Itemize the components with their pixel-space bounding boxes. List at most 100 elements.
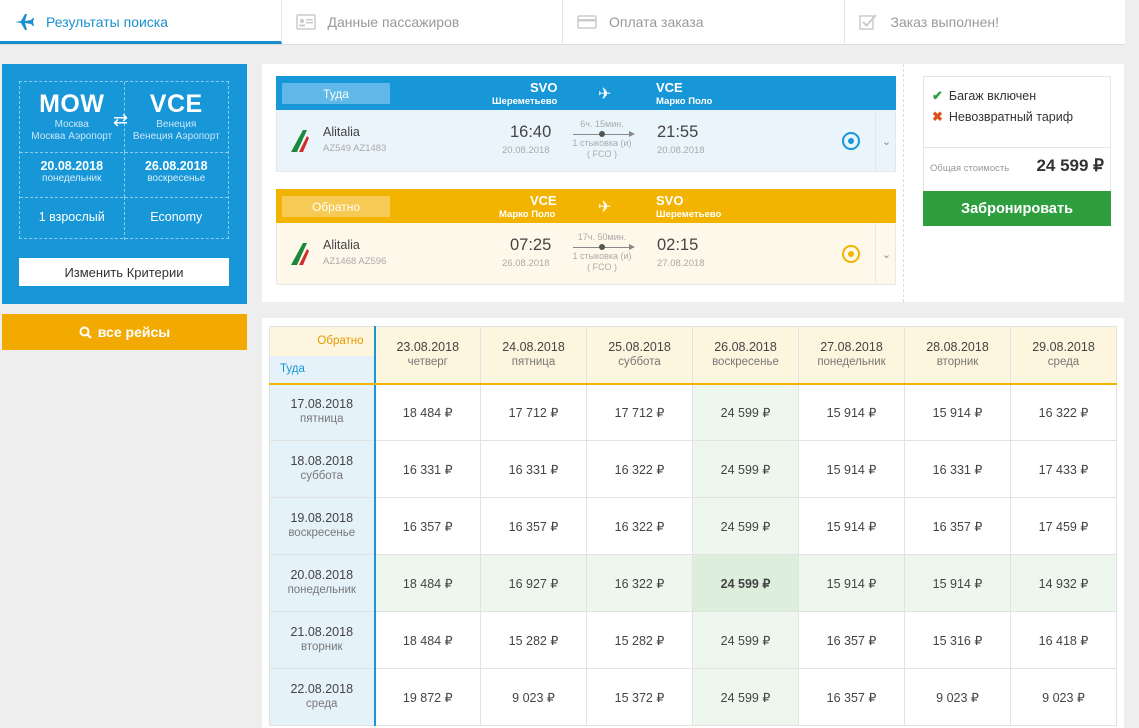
price-cell[interactable]: 16 357 ₽	[798, 611, 905, 669]
price-cell[interactable]: 24 599 ₽	[692, 554, 799, 612]
return-date-column-header: 24.08.2018 пятница	[480, 326, 587, 385]
table-row: 22.08.2018 среда 19 872 ₽9 023 ₽15 372 ₽24…	[269, 668, 1117, 726]
price-cell[interactable]: 16 331 ₽	[480, 440, 587, 498]
column-day: суббота	[618, 355, 661, 368]
plane-icon: ✈	[598, 199, 612, 216]
column-date: 23.08.2018	[396, 339, 460, 354]
price-cell[interactable]: 15 316 ₽	[904, 611, 1011, 669]
plane-icon: ✈	[598, 86, 612, 103]
credit-card-icon	[577, 13, 597, 31]
price-cell[interactable]: 15 372 ₽	[586, 668, 693, 726]
return-axis-label: Обратно	[317, 335, 364, 347]
total-price: 24 599 ₽	[1036, 156, 1104, 175]
price-cell[interactable]: 16 331 ₽	[904, 440, 1011, 498]
price-cell[interactable]: 15 914 ₽	[798, 554, 905, 612]
book-button[interactable]: Забронировать	[923, 191, 1111, 226]
price-cell[interactable]: 16 322 ₽	[1010, 383, 1117, 441]
inbound-select-radio[interactable]	[842, 245, 860, 263]
column-day: четверг	[407, 355, 448, 368]
price-cell[interactable]: 16 357 ₽	[480, 497, 587, 555]
outbound-select-radio[interactable]	[842, 132, 860, 150]
matrix-corner: Обратно Туда	[269, 326, 376, 385]
row-day: вторник	[300, 641, 343, 653]
row-date: 19.08.2018	[290, 511, 354, 525]
all-flights-button[interactable]: все рейсы	[2, 314, 247, 350]
total-label: Общая стоимость	[930, 163, 1010, 174]
price-cell[interactable]: 16 357 ₽	[798, 668, 905, 726]
price-cell[interactable]: 9 023 ₽	[904, 668, 1011, 726]
column-day: воскресенье	[712, 355, 779, 368]
stop-dot	[599, 244, 605, 250]
price-cell[interactable]: 16 331 ₽	[374, 440, 481, 498]
origin-block: MOW Москва Москва Аэропорт	[20, 82, 125, 152]
price-cell[interactable]: 16 927 ₽	[480, 554, 587, 612]
price-cell[interactable]: 24 599 ₽	[692, 440, 799, 498]
checkbox-icon	[858, 13, 879, 31]
price-cell[interactable]: 17 712 ₽	[480, 383, 587, 441]
outbound-header: Туда SVO Шереметьево ✈ VCE Марко Поло	[276, 76, 896, 110]
price-cell[interactable]: 15 914 ₽	[798, 383, 905, 441]
price-cell[interactable]: 24 599 ₽	[692, 668, 799, 726]
price-cell[interactable]: 17 433 ₽	[1010, 440, 1117, 498]
column-date: 28.08.2018	[926, 339, 989, 354]
search-icon	[79, 326, 92, 339]
price-cell[interactable]: 16 322 ₽	[586, 497, 693, 555]
price-cell[interactable]: 15 914 ₽	[904, 554, 1011, 612]
chevron-down-icon[interactable]: ⌄	[875, 110, 897, 172]
price-cell[interactable]: 24 599 ₽	[692, 497, 799, 555]
return-date-column-header: 29.08.2018 среда	[1010, 326, 1117, 385]
price-cell[interactable]: 9 023 ₽	[480, 668, 587, 726]
price-cell[interactable]: 15 282 ₽	[480, 611, 587, 669]
outbound-to-name: Марко Поло	[656, 96, 713, 107]
swap-arrows-icon[interactable]: ⇄	[113, 110, 128, 131]
outbound-from-name: Шереметьево	[492, 96, 558, 107]
criteria-box: MOW Москва Москва Аэропорт VCE Венеция В…	[19, 81, 229, 240]
inbound-tag: Обратно	[282, 196, 390, 217]
return-date: 26.08.2018	[144, 159, 208, 173]
price-cell[interactable]: 18 484 ₽	[374, 383, 481, 441]
change-criteria-button[interactable]: Изменить Критерии	[19, 258, 229, 286]
price-cell[interactable]: 9 023 ₽	[1010, 668, 1117, 726]
price-cell[interactable]: 24 599 ₽	[692, 611, 799, 669]
step-order-complete[interactable]: Заказ выполнен!	[845, 0, 1126, 44]
stop-dot	[599, 131, 605, 137]
price-cell[interactable]: 15 914 ₽	[798, 497, 905, 555]
selected-flight-card: Туда SVO Шереметьево ✈ VCE Марко Поло Al…	[262, 64, 1124, 302]
price-cell[interactable]: 17 459 ₽	[1010, 497, 1117, 555]
depart-date-block: 20.08.2018 понедельник	[20, 152, 125, 197]
destination-city: Венеция	[156, 119, 197, 130]
price-cell[interactable]: 16 322 ₽	[586, 440, 693, 498]
price-cell[interactable]: 15 914 ₽	[904, 383, 1011, 441]
price-cell[interactable]: 15 282 ₽	[586, 611, 693, 669]
outbound-flight-row[interactable]: Alitalia AZ549 AZ1483 16:40 20.08.2018 6…	[276, 110, 896, 172]
price-cell[interactable]: 18 484 ₽	[374, 611, 481, 669]
price-cell[interactable]: 14 932 ₽	[1010, 554, 1117, 612]
step-payment[interactable]: Оплата заказа	[563, 0, 845, 44]
price-cell[interactable]: 16 322 ₽	[586, 554, 693, 612]
price-cell[interactable]: 18 484 ₽	[374, 554, 481, 612]
inbound-from-name: Марко Поло	[499, 209, 556, 220]
outbound-from-code: SVO	[530, 80, 558, 95]
outbound-tag: Туда	[282, 83, 390, 104]
step-passenger-data[interactable]: Данные пассажиров	[282, 0, 563, 44]
price-cell[interactable]: 17 712 ₽	[586, 383, 693, 441]
destination-code: VCE	[149, 90, 203, 118]
departure-date: 20.08.2018	[502, 145, 550, 156]
row-day: понедельник	[287, 584, 356, 596]
departure-date: 26.08.2018	[502, 258, 550, 269]
price-cell[interactable]: 16 357 ₽	[904, 497, 1011, 555]
outbound-axis-label: Туда	[270, 355, 374, 383]
return-date-block: 26.08.2018 воскресенье	[125, 152, 229, 197]
row-day: воскресенье	[288, 527, 356, 539]
chevron-down-icon[interactable]: ⌄	[875, 223, 897, 285]
step-search-results[interactable]: Результаты поиска	[0, 0, 282, 44]
flight-duration: 17ч. 50мин. 1 стыковка (и) ( FCO )	[567, 232, 637, 273]
price-cell[interactable]: 16 357 ₽	[374, 497, 481, 555]
price-cell[interactable]: 16 418 ₽	[1010, 611, 1117, 669]
inbound-flight-row[interactable]: Alitalia AZ1468 AZ596 07:25 26.08.2018 1…	[276, 223, 896, 285]
all-flights-label: все рейсы	[97, 324, 171, 340]
price-cell[interactable]: 24 599 ₽	[692, 383, 799, 441]
column-day: пятница	[511, 355, 556, 368]
price-cell[interactable]: 15 914 ₽	[798, 440, 905, 498]
price-cell[interactable]: 19 872 ₽	[374, 668, 481, 726]
